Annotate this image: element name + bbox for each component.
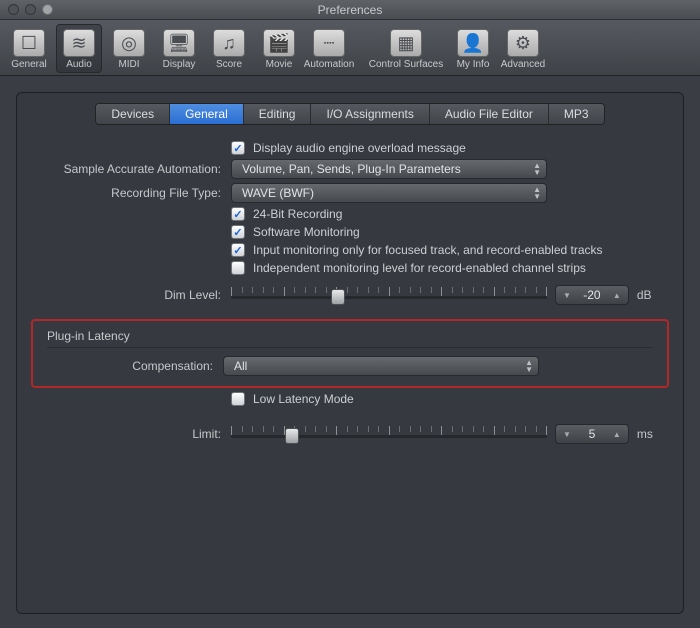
stepper-down-icon[interactable]: ▼ bbox=[560, 430, 574, 439]
my-info-icon: 👤 bbox=[457, 29, 489, 57]
compensation-label: Compensation: bbox=[43, 359, 223, 373]
recording-file-label: Recording File Type: bbox=[41, 186, 231, 200]
toolbar-item-advanced[interactable]: ⚙ Advanced bbox=[500, 24, 546, 73]
compensation-value: All bbox=[234, 359, 247, 373]
stepper-up-icon[interactable]: ▲ bbox=[610, 430, 624, 439]
toolbar-item-automation[interactable]: ┈ Automation bbox=[306, 24, 352, 73]
slider-knob[interactable] bbox=[331, 289, 345, 305]
toolbar-item-label: Movie bbox=[266, 59, 293, 70]
limit-unit: ms bbox=[637, 427, 653, 441]
tab-general[interactable]: General bbox=[170, 104, 244, 124]
sample-accurate-select[interactable]: Volume, Pan, Sends, Plug-In Parameters ▲… bbox=[231, 159, 547, 179]
chevron-updown-icon: ▲▼ bbox=[525, 359, 533, 373]
audio-icon: ≋ bbox=[63, 29, 95, 57]
titlebar: Preferences bbox=[0, 0, 700, 20]
dim-level-slider[interactable] bbox=[231, 285, 547, 305]
toolbar-item-control-surfaces[interactable]: ▦ Control Surfaces bbox=[366, 24, 446, 73]
toolbar-item-label: Advanced bbox=[501, 59, 545, 70]
limit-value: 5 bbox=[574, 427, 610, 441]
tab-editing[interactable]: Editing bbox=[244, 104, 312, 124]
software-monitoring-label: Software Monitoring bbox=[253, 225, 360, 239]
input-monitoring-label: Input monitoring only for focused track,… bbox=[253, 243, 603, 257]
window-title: Preferences bbox=[0, 3, 700, 17]
dim-level-value: -20 bbox=[574, 288, 610, 302]
slider-knob[interactable] bbox=[285, 428, 299, 444]
tab-mp3[interactable]: MP3 bbox=[549, 104, 604, 124]
general-icon: ☐ bbox=[13, 29, 45, 57]
limit-stepper[interactable]: ▼ 5 ▲ bbox=[555, 424, 629, 444]
low-latency-label: Low Latency Mode bbox=[253, 392, 354, 406]
limit-slider[interactable] bbox=[231, 424, 547, 444]
chevron-updown-icon: ▲▼ bbox=[533, 162, 541, 176]
recording-file-select[interactable]: WAVE (BWF) ▲▼ bbox=[231, 183, 547, 203]
movie-icon: 🎬 bbox=[263, 29, 295, 57]
toolbar-item-movie[interactable]: 🎬 Movie bbox=[256, 24, 302, 73]
toolbar-item-label: Display bbox=[163, 59, 196, 70]
bit24-checkbox[interactable] bbox=[231, 207, 245, 221]
preferences-panel: DevicesGeneralEditingI/O AssignmentsAudi… bbox=[16, 92, 684, 614]
toolbar-item-audio[interactable]: ≋ Audio bbox=[56, 24, 102, 73]
tab-devices[interactable]: Devices bbox=[96, 104, 170, 124]
toolbar-item-general[interactable]: ☐ General bbox=[6, 24, 52, 73]
input-monitoring-checkbox[interactable] bbox=[231, 243, 245, 257]
toolbar-item-score[interactable]: ♫ Score bbox=[206, 24, 252, 73]
toolbar-item-label: General bbox=[11, 59, 47, 70]
toolbar-item-my-info[interactable]: 👤 My Info bbox=[450, 24, 496, 73]
limit-label: Limit: bbox=[41, 427, 231, 441]
low-latency-checkbox[interactable] bbox=[231, 392, 245, 406]
tab-bar: DevicesGeneralEditingI/O AssignmentsAudi… bbox=[95, 103, 604, 125]
dim-level-unit: dB bbox=[637, 288, 652, 302]
automation-icon: ┈ bbox=[313, 29, 345, 57]
software-monitoring-checkbox[interactable] bbox=[231, 225, 245, 239]
toolbar-item-label: Control Surfaces bbox=[369, 59, 443, 70]
toolbar-item-display[interactable]: 🖥 Display bbox=[156, 24, 202, 73]
plugin-latency-title: Plug-in Latency bbox=[43, 327, 657, 347]
sample-accurate-value: Volume, Pan, Sends, Plug-In Parameters bbox=[242, 162, 461, 176]
dim-level-stepper[interactable]: ▼ -20 ▲ bbox=[555, 285, 629, 305]
stepper-up-icon[interactable]: ▲ bbox=[610, 291, 624, 300]
overload-checkbox[interactable] bbox=[231, 141, 245, 155]
toolbar-item-label: Audio bbox=[66, 59, 92, 70]
toolbar-item-label: MIDI bbox=[118, 59, 139, 70]
sample-accurate-label: Sample Accurate Automation: bbox=[41, 162, 231, 176]
toolbar-item-midi[interactable]: ◎ MIDI bbox=[106, 24, 152, 73]
score-icon: ♫ bbox=[213, 29, 245, 57]
independent-monitoring-label: Independent monitoring level for record-… bbox=[253, 261, 586, 275]
recording-file-value: WAVE (BWF) bbox=[242, 186, 314, 200]
dim-level-label: Dim Level: bbox=[41, 288, 231, 302]
bit24-label: 24-Bit Recording bbox=[253, 207, 342, 221]
midi-icon: ◎ bbox=[113, 29, 145, 57]
advanced-icon: ⚙ bbox=[507, 29, 539, 57]
control-surfaces-icon: ▦ bbox=[390, 29, 422, 57]
plugin-latency-section: Plug-in Latency Compensation: All ▲▼ bbox=[31, 319, 669, 388]
chevron-updown-icon: ▲▼ bbox=[533, 186, 541, 200]
toolbar-item-label: Score bbox=[216, 59, 242, 70]
tab-i-o-assignments[interactable]: I/O Assignments bbox=[311, 104, 429, 124]
toolbar-item-label: Automation bbox=[304, 59, 355, 70]
stepper-down-icon[interactable]: ▼ bbox=[560, 291, 574, 300]
overload-label: Display audio engine overload message bbox=[253, 141, 466, 155]
toolbar-item-label: My Info bbox=[457, 59, 490, 70]
independent-monitoring-checkbox[interactable] bbox=[231, 261, 245, 275]
display-icon: 🖥 bbox=[163, 29, 195, 57]
preferences-toolbar: ☐ General ≋ Audio ◎ MIDI 🖥 Display ♫ Score 🎬 Movie ┈… bbox=[0, 20, 700, 76]
tab-audio-file-editor[interactable]: Audio File Editor bbox=[430, 104, 549, 124]
compensation-select[interactable]: All ▲▼ bbox=[223, 356, 539, 376]
